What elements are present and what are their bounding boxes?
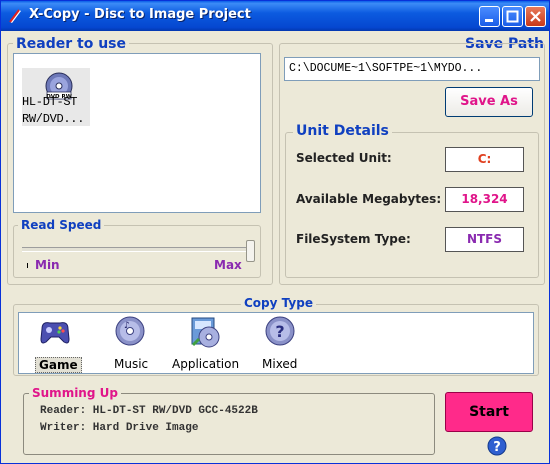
save-path-field[interactable]: C:\DOCUME~1\SOFTPE~1\MYDO... <box>284 57 540 81</box>
gamepad-icon[interactable] <box>38 315 72 347</box>
music-disc-icon[interactable]: ♪ <box>114 315 146 347</box>
copy-type-application[interactable]: Application <box>172 357 239 371</box>
read-speed-thumb[interactable] <box>246 240 255 262</box>
unit-details-label: Unit Details <box>293 123 392 139</box>
drive-item[interactable]: DVD RW HL-DT-ST RW/DVD... <box>22 68 90 126</box>
drive-name-line2: RW/DVD... <box>22 112 85 126</box>
start-button[interactable]: Start <box>445 392 533 432</box>
close-button[interactable] <box>525 6 546 27</box>
min-label: Min <box>35 258 60 272</box>
copy-type-label: Copy Type <box>241 296 316 310</box>
minimize-button[interactable] <box>479 6 500 27</box>
application-disc-icon[interactable] <box>189 315 221 349</box>
read-speed-label: Read Speed <box>18 218 105 232</box>
selected-unit-label: Selected Unit: <box>296 151 392 165</box>
read-speed-track[interactable] <box>22 247 254 252</box>
max-label: Max <box>214 258 242 272</box>
summing-up-label: Summing Up <box>29 386 121 400</box>
save-as-button[interactable]: Save As <box>445 87 533 117</box>
drive-name-line1: HL-DT-ST <box>22 95 78 109</box>
reader-group-label: Reader to use <box>13 36 129 52</box>
selected-unit-value: C: <box>445 147 524 172</box>
app-window: X-Copy - Disc to Image Project Reader to… <box>0 0 550 464</box>
app-icon <box>9 9 21 23</box>
window-title: X-Copy - Disc to Image Project <box>29 7 251 22</box>
title-bar[interactable]: X-Copy - Disc to Image Project <box>1 1 549 31</box>
help-icon[interactable]: ? <box>487 436 507 456</box>
filesystem-type-label: FileSystem Type: <box>296 232 411 246</box>
close-icon <box>530 11 541 22</box>
svg-text:?: ? <box>493 440 501 455</box>
svg-text:♪: ♪ <box>124 321 130 331</box>
available-megabytes-value: 18,324 <box>445 187 524 212</box>
copy-type-mixed[interactable]: Mixed <box>262 357 297 371</box>
drive-name: HL-DT-ST RW/DVD... <box>22 94 90 128</box>
copy-type-game[interactable]: Game <box>35 357 82 373</box>
summary-reader: Reader: HL-DT-ST RW/DVD GCC-4522B <box>40 405 258 417</box>
maximize-button[interactable] <box>502 6 523 27</box>
mixed-disc-icon[interactable]: ? <box>264 315 296 347</box>
maximize-icon <box>506 10 519 23</box>
summary-writer: Writer: Hard Drive Image <box>40 422 199 434</box>
slider-tick <box>27 263 28 268</box>
svg-text:?: ? <box>275 322 284 341</box>
minimize-icon <box>485 19 493 22</box>
drive-list[interactable]: DVD RW HL-DT-ST RW/DVD... <box>13 53 261 213</box>
filesystem-type-value: NTFS <box>445 227 524 252</box>
copy-type-music[interactable]: Music <box>114 357 148 371</box>
available-megabytes-label: Available Megabytes: <box>296 192 442 206</box>
